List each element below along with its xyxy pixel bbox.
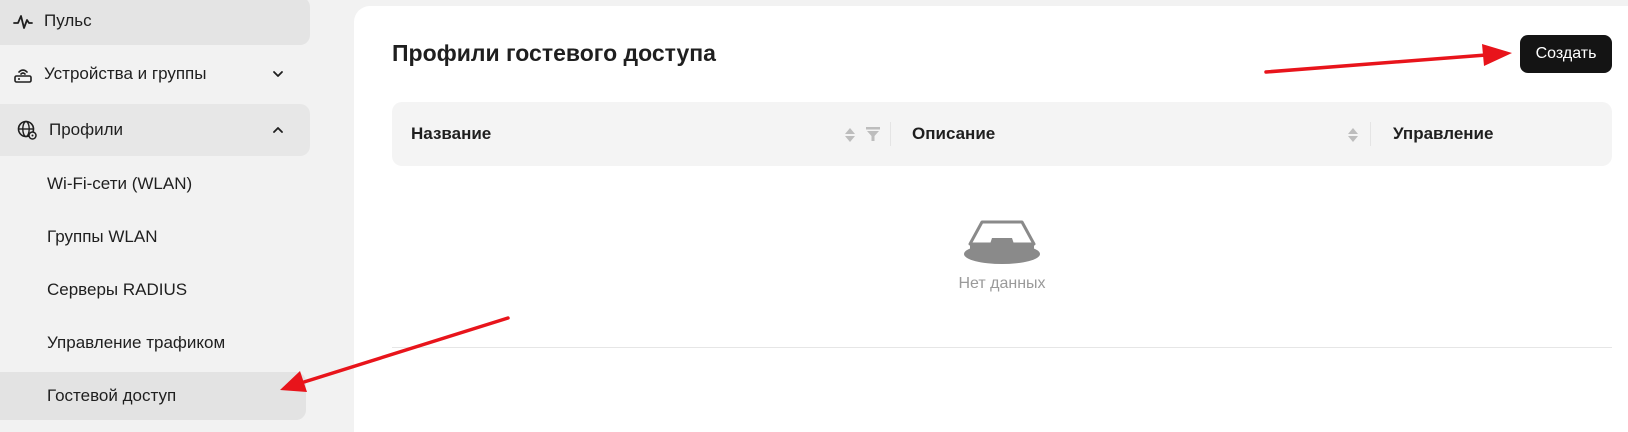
sidebar-item-pulse[interactable]: Пульс: [0, 0, 310, 45]
sidebar-subitem-wlan[interactable]: Wi-Fi-сети (WLAN): [0, 160, 306, 208]
column-header-description[interactable]: Описание: [912, 102, 995, 166]
empty-inbox-icon: [964, 220, 1040, 264]
pulse-icon: [13, 15, 33, 29]
sidebar-subitem-guest-access[interactable]: Гостевой доступ: [0, 372, 306, 420]
sidebar: Пульс Устройства и группы Профили Wi-Fi-…: [0, 0, 320, 432]
router-icon: [14, 69, 32, 83]
sidebar-item-label: Профили: [49, 120, 124, 139]
sidebar-subitem-wlan-groups[interactable]: Группы WLAN: [0, 213, 306, 261]
sidebar-subitem-label: Гостевой доступ: [47, 386, 177, 405]
column-header-manage: Управление: [1393, 124, 1494, 143]
column-divider: [1370, 122, 1371, 146]
chevron-down-icon: [273, 71, 283, 77]
app-page: Пульс Устройства и группы Профили Wi-Fi-…: [0, 0, 1628, 432]
sidebar-item-label: Пульс: [44, 11, 92, 30]
globe-settings-icon: [17, 120, 37, 140]
empty-state-text: Нет данных: [958, 275, 1046, 292]
filter-icon[interactable]: [866, 127, 880, 141]
sidebar-subitem-radius[interactable]: Серверы RADIUS: [0, 266, 306, 314]
sidebar-item-devices[interactable]: Устройства и группы: [0, 50, 310, 98]
sort-icon[interactable]: [1347, 126, 1359, 144]
sidebar-subitem-traffic[interactable]: Управление трафиком: [0, 319, 306, 367]
table-header: Название Описание Управление: [392, 102, 1612, 166]
sidebar-subitem-label: Управление трафиком: [47, 333, 226, 352]
column-divider: [890, 122, 891, 146]
chevron-up-icon: [273, 127, 283, 133]
table-bottom-divider: [392, 347, 1612, 348]
sidebar-item-label: Устройства и группы: [44, 64, 207, 83]
sidebar-subitem-label: Wi-Fi-сети (WLAN): [47, 174, 193, 193]
sidebar-subitem-label: Группы WLAN: [47, 227, 158, 246]
page-title: Профили гостевого доступа: [392, 40, 716, 66]
column-header-name[interactable]: Название: [411, 102, 491, 166]
create-button[interactable]: Создать: [1520, 35, 1612, 73]
sidebar-subitem-label: Серверы RADIUS: [47, 280, 188, 299]
sort-icon[interactable]: [844, 126, 856, 144]
sidebar-item-profiles[interactable]: Профили: [0, 104, 310, 156]
